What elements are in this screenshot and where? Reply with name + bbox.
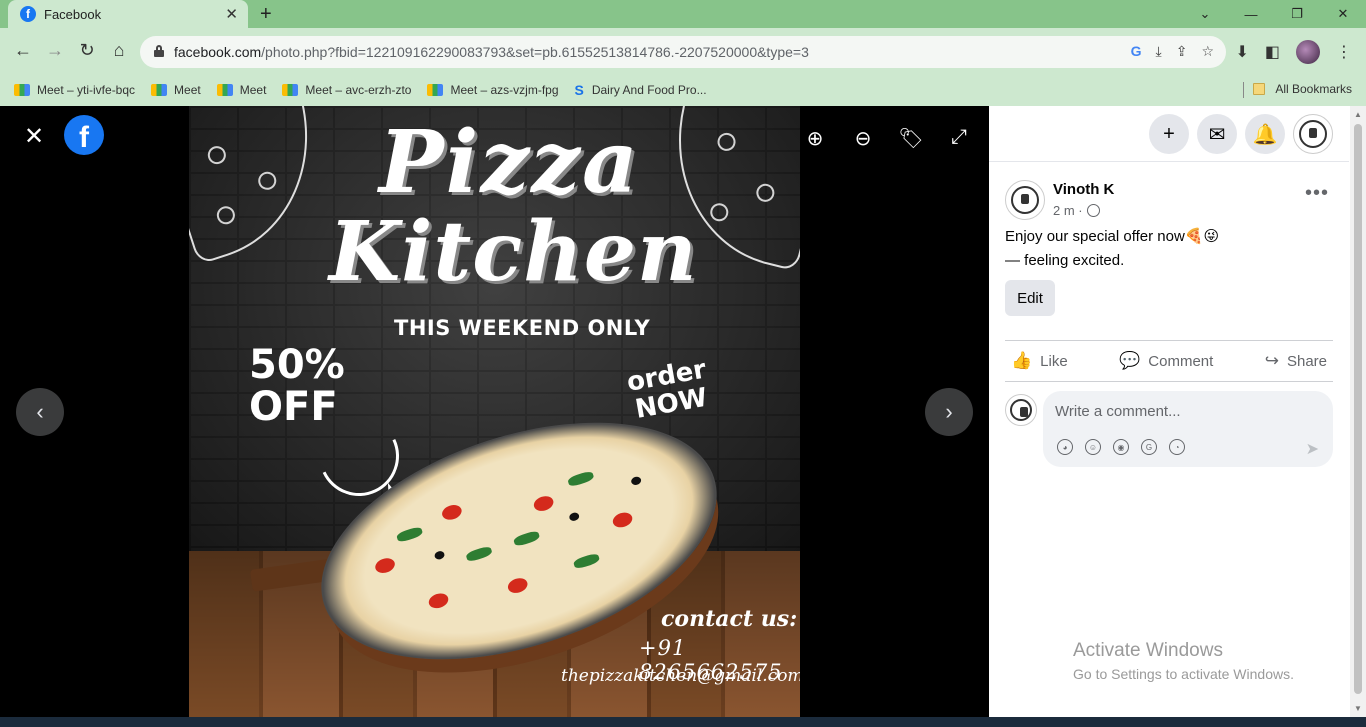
comment-button[interactable]: 💬 Comment: [1119, 351, 1213, 371]
meet-icon: [282, 84, 299, 96]
poster-title-line2: Kitchen: [329, 204, 698, 300]
post-meta: 2 m ·: [1053, 203, 1100, 218]
globe-icon[interactable]: [1086, 204, 1100, 217]
sidebar-scrollbar[interactable]: ▲ ▼: [1350, 106, 1366, 717]
tab-search-icon[interactable]: ⌄: [1182, 0, 1228, 28]
install-icon[interactable]: ⤓: [1156, 43, 1162, 60]
share-button[interactable]: ↪ Share: [1265, 351, 1327, 371]
close-viewer-icon[interactable]: ✕: [24, 122, 44, 151]
more-options-icon[interactable]: •••: [1305, 182, 1329, 205]
post-action-bar: 👍 Like 💬 Comment ↪ Share: [1005, 340, 1333, 382]
tab-title: Facebook: [44, 6, 102, 22]
downloads-icon[interactable]: ⬇: [1235, 42, 1248, 62]
tag-icon[interactable]: 🏷: [898, 126, 924, 151]
fullscreen-icon[interactable]: ⤢: [946, 126, 972, 151]
os-taskbar: [0, 717, 1366, 727]
photo-viewer: ✕ f ‹ › Pizza Kitchen THIS WEEKEND ONLY …: [0, 106, 989, 717]
activate-windows-watermark: Activate Windows Go to Settings to activ…: [1073, 640, 1294, 682]
comment-tools: ◕ ☺ ◉ G ◔: [1057, 439, 1185, 455]
gif-icon[interactable]: G: [1141, 439, 1157, 455]
poster-contact-heading: contact us:: [661, 606, 798, 632]
folder-icon: [1253, 83, 1266, 95]
s-icon: S: [574, 82, 584, 98]
bookmark-item[interactable]: Meet: [216, 83, 266, 97]
comment-composer: ◕ ☺ ◉ G ◔ ➤: [1043, 391, 1333, 467]
comment-bubble-icon: 💬: [1119, 351, 1141, 370]
post-feeling: — feeling excited.: [1005, 252, 1125, 269]
bookmark-item[interactable]: S Dairy And Food Pro...: [575, 82, 707, 98]
thumbs-up-icon: 👍: [1011, 351, 1033, 370]
scroll-thumb[interactable]: [1354, 124, 1362, 694]
send-icon[interactable]: ➤: [1306, 439, 1319, 459]
sticker-icon[interactable]: ◔: [1169, 439, 1185, 455]
meet-icon: [216, 84, 233, 96]
author-avatar[interactable]: [1005, 180, 1045, 220]
poster-subtitle: THIS WEEKEND ONLY: [394, 316, 651, 340]
meet-icon: [427, 84, 444, 96]
emoji-icon[interactable]: ☺: [1085, 439, 1101, 455]
all-bookmarks-button[interactable]: All Bookmarks: [1253, 82, 1352, 96]
create-plus-icon[interactable]: +: [1149, 114, 1189, 154]
facebook-logo[interactable]: f: [64, 115, 104, 155]
window-controls: ⌄ — ❐ ✕: [1182, 0, 1366, 28]
post-sidebar: + ✉ 🔔 Vinoth K 2 m · ••• Enjoy our speci…: [989, 106, 1366, 717]
zoom-in-icon[interactable]: ⊕: [802, 126, 828, 151]
bookmark-item[interactable]: Meet: [151, 83, 201, 97]
meet-icon: [14, 84, 30, 96]
post-time[interactable]: 2 m ·: [1053, 203, 1083, 218]
share-page-icon[interactable]: ⇪: [1176, 43, 1188, 60]
bookmarks-divider: [1243, 82, 1244, 98]
minimize-button[interactable]: —: [1228, 0, 1274, 28]
tab-close-icon[interactable]: ✕: [225, 5, 238, 23]
restore-button[interactable]: ❐: [1274, 0, 1320, 28]
avatar-sticker-icon[interactable]: ◕: [1057, 439, 1073, 455]
poster-contact-email: thepizzakitchen@gmail.com: [561, 666, 800, 686]
tab-bar: f Facebook ✕ + ⌄ — ❐ ✕: [0, 0, 1366, 28]
edit-button[interactable]: Edit: [1005, 280, 1055, 316]
like-button[interactable]: 👍 Like: [1011, 351, 1068, 371]
share-arrow-icon: ↪: [1264, 351, 1279, 370]
sidebar-topbar: + ✉ 🔔: [989, 106, 1349, 162]
pizza-poster-image: Pizza Kitchen THIS WEEKEND ONLY 50% OFF …: [189, 106, 800, 717]
home-icon[interactable]: ⌂: [108, 40, 130, 61]
forward-icon[interactable]: →: [44, 40, 66, 61]
meet-icon: [151, 84, 168, 96]
comment-input[interactable]: [1055, 400, 1305, 422]
reload-icon[interactable]: ↻: [76, 40, 98, 61]
bookmarks-bar: Meet – yti-ivfe-bqc Meet Meet Meet – avc…: [0, 74, 1366, 106]
profile-avatar[interactable]: [1296, 40, 1320, 64]
tab-facebook[interactable]: f Facebook ✕: [8, 0, 248, 28]
omnibox-icons: G ⤓ ⇪ ☆: [1131, 43, 1214, 60]
previous-photo-button[interactable]: ‹: [16, 388, 64, 436]
notifications-bell-icon[interactable]: 🔔: [1245, 114, 1285, 154]
facebook-favicon-icon: f: [20, 6, 36, 22]
camera-icon[interactable]: ◉: [1113, 439, 1129, 455]
google-lens-icon[interactable]: G: [1131, 43, 1142, 60]
post-author[interactable]: Vinoth K: [1053, 181, 1114, 198]
next-photo-button[interactable]: ›: [925, 388, 973, 436]
poster-offer: 50% OFF: [249, 342, 345, 430]
commenter-avatar[interactable]: [1005, 394, 1037, 426]
messenger-icon[interactable]: ✉: [1197, 114, 1237, 154]
bookmark-item[interactable]: Meet – azs-vzjm-fpg: [427, 83, 559, 97]
lock-icon[interactable]: [154, 45, 164, 57]
post-text: Enjoy our special offer now🍕😜: [1005, 228, 1220, 245]
new-tab-button[interactable]: +: [260, 3, 272, 26]
menu-kebab-icon[interactable]: ⋮: [1336, 42, 1352, 62]
bookmark-item[interactable]: Meet – avc-erzh-zto: [282, 83, 411, 97]
toolbar-right: ⬇ ◧ ⋮: [1235, 40, 1352, 64]
account-avatar[interactable]: [1293, 114, 1333, 154]
url-text[interactable]: facebook.com/photo.php?fbid=122109162290…: [174, 44, 809, 60]
zoom-out-icon[interactable]: ⊖: [850, 126, 876, 151]
address-bar[interactable]: facebook.com/photo.php?fbid=122109162290…: [140, 36, 1226, 68]
scroll-down-icon[interactable]: ▼: [1354, 704, 1362, 713]
photo-tools: ⊕ ⊖ 🏷 ⤢: [802, 126, 972, 151]
back-icon[interactable]: ←: [12, 40, 34, 61]
bookmark-star-icon[interactable]: ☆: [1201, 43, 1214, 60]
side-panel-icon[interactable]: ◧: [1265, 42, 1280, 62]
poster-title-line1: Pizza: [379, 112, 640, 213]
close-window-button[interactable]: ✕: [1320, 0, 1366, 28]
scroll-up-icon[interactable]: ▲: [1354, 110, 1362, 119]
bookmark-item[interactable]: Meet – yti-ivfe-bqc: [14, 83, 135, 97]
